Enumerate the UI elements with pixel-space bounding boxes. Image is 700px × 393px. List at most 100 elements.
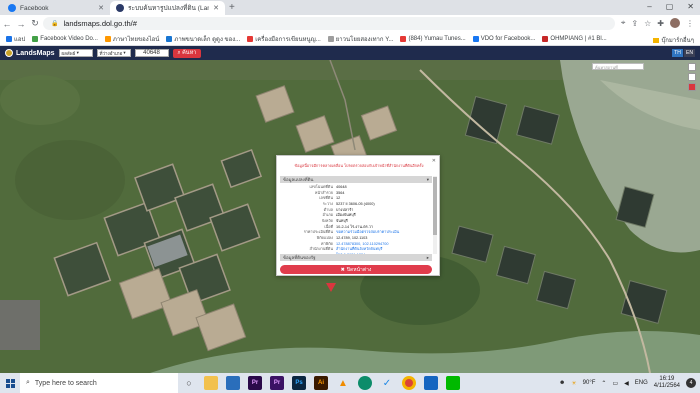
chevron-up-icon[interactable]: ⌃	[601, 380, 606, 387]
lang-th-button[interactable]: TH	[672, 49, 683, 57]
bookmark-item[interactable]: VDO for Facebook...	[472, 35, 535, 42]
line-icon[interactable]	[446, 376, 460, 390]
section-parcel-info[interactable]: ข้อมูลแปลงที่ดิน ▾	[280, 176, 432, 183]
district-select[interactable]: ที่ว่างอำเภอ ▾	[96, 49, 131, 57]
photoshop-icon[interactable]: Ps	[292, 376, 306, 390]
maximize-button[interactable]: ▢	[666, 2, 674, 11]
youtube-icon	[247, 35, 254, 42]
taskbar-search-placeholder: Type here to search	[34, 379, 97, 387]
layers-button[interactable]	[688, 83, 696, 91]
parcel-details: เลขโฉนดที่ดิน 40648 หน้าสำรวจ 3564 เลขที่ด…	[280, 184, 432, 258]
close-popup-button[interactable]: ✖ ปิดหน้าต่าง	[280, 265, 432, 274]
close-icon: ✖	[340, 266, 345, 273]
bookmark-icon	[104, 35, 111, 42]
disclaimer-text: ข้อมูลนี้อาจมีการคลาดเคลื่อน โปรดตรวจสอบ…	[294, 164, 424, 168]
province-select[interactable]: ผลลัพธ์ ▾	[58, 49, 93, 57]
bookmarks-bar: แอป Facebook Video Do... ภาษาไทยของไอน์ …	[0, 32, 700, 46]
close-tab-icon[interactable]: ✕	[98, 4, 104, 12]
weather-icon[interactable]: ☀	[571, 380, 576, 387]
edge-icon[interactable]	[358, 376, 372, 390]
mail-icon[interactable]	[226, 376, 240, 390]
bookmark-item[interactable]: แอป	[6, 34, 25, 44]
bookmark-item[interactable]: ภาพขนาดเล็ก ดูดูง ของ...	[166, 34, 240, 44]
section-title: ข้อมูลที่ดินของรัฐ	[283, 255, 316, 260]
people-icon[interactable]: ☻	[559, 380, 565, 386]
apps-icon	[6, 35, 12, 42]
lock-icon[interactable]: 🔒	[51, 20, 58, 27]
bookmark-item[interactable]: ยาวนโยยสองเทาก Y...	[327, 34, 393, 44]
network-icon[interactable]: ▭	[612, 380, 618, 387]
star-icon[interactable]: ☆	[644, 19, 651, 28]
bookmark-item[interactable]: OHMPIANG | #1 Bl...	[542, 35, 607, 42]
tab-landsmaps[interactable]: ระบบค้นหารูปแปลงที่ดิน (LandsMaps) ✕	[110, 1, 225, 15]
bookmark-label: เครื่องมือการเขียนหนูญ...	[255, 36, 321, 43]
chrome-icon[interactable]	[402, 376, 416, 390]
bookmark-item[interactable]: เครื่องมือการเขียนหนูญ...	[247, 34, 321, 44]
close-window-button[interactable]: ✕	[687, 2, 694, 11]
window-controls: – ▢ ✕	[647, 2, 694, 11]
bookmark-label: ภาษาไทยของไอน์	[112, 36, 160, 43]
bookmark-item[interactable]: (884) Yumau Tunes...	[400, 35, 466, 42]
notification-icon[interactable]: 4	[686, 378, 696, 388]
reload-icon[interactable]: ↻	[28, 18, 42, 29]
bookmark-item[interactable]: Facebook Video Do...	[32, 35, 98, 42]
bookmark-item[interactable]: ภาษาไทยของไอน์	[104, 34, 160, 44]
lang-en-button[interactable]: EN	[684, 49, 695, 57]
volume-icon[interactable]: ◀	[624, 380, 629, 387]
search-icon: ⌕	[26, 379, 30, 386]
landsmaps-logo[interactable]: LandsMaps	[5, 49, 55, 57]
address-bar[interactable]: 🔒 landsmaps.dol.go.th/#	[43, 17, 615, 30]
menu-icon[interactable]: ⋮	[686, 19, 694, 28]
profile-avatar[interactable]	[670, 18, 680, 28]
map-pin-icon[interactable]	[326, 283, 336, 292]
zoom-out-button[interactable]	[688, 73, 696, 81]
task-view-icon[interactable]: ○	[182, 376, 196, 390]
map-search-input[interactable]: ค้นหาสถานที่	[592, 63, 644, 70]
zoom-in-button[interactable]	[688, 63, 696, 71]
bookmark-icon	[166, 35, 173, 42]
bookmark-label: Facebook Video Do...	[40, 35, 98, 42]
location-icon[interactable]: ⌖	[621, 18, 626, 28]
browser-tab-strip: Facebook ✕ ระบบค้นหารูปแปลงที่ดิน (Lands…	[0, 0, 700, 15]
close-tab-icon[interactable]: ✕	[213, 4, 219, 12]
parcel-number-input[interactable]: 40648	[134, 49, 169, 57]
file-explorer-icon[interactable]	[204, 376, 218, 390]
taskbar-search-box[interactable]: ⌕ Type here to search	[20, 373, 178, 393]
landsmaps-header: LandsMaps ผลลัพธ์ ▾ ที่ว่างอำเภอ ▾ 40648…	[0, 46, 700, 60]
check-app-icon[interactable]: ✓	[380, 376, 394, 390]
illustrator-icon[interactable]: Ai	[314, 376, 328, 390]
tab-facebook[interactable]: Facebook ✕	[2, 1, 110, 15]
vlc-icon[interactable]: ▲	[336, 376, 350, 390]
new-tab-button[interactable]: +	[229, 2, 235, 13]
premiere-icon[interactable]: Pr	[270, 376, 284, 390]
forward-icon[interactable]: →	[14, 19, 28, 29]
other-bookmarks[interactable]: บุ๊กมาร์กอื่นๆ	[653, 35, 694, 45]
scrollbar-thumb[interactable]	[433, 177, 437, 235]
back-icon[interactable]: ←	[0, 19, 14, 29]
minimize-button[interactable]: –	[647, 2, 651, 11]
appraisal-link[interactable]: ขอความร่วมมือตรวจสอบราคาประเมิน	[336, 229, 432, 235]
premiere-icon[interactable]: Pr	[248, 376, 262, 390]
bookmark-label: (884) Yumau Tunes...	[408, 35, 466, 42]
section-state-land[interactable]: ข้อมูลที่ดินของรัฐ ▸	[280, 254, 432, 261]
browser-toolbar: ← → ↻ 🔒 landsmaps.dol.go.th/# ⌖ ⇪ ☆ ✚ ⋮	[0, 15, 700, 32]
popup-scrollbar[interactable]	[433, 176, 437, 254]
bookmark-icon	[542, 35, 549, 42]
search-button[interactable]: ⌕ ค้นหา	[172, 48, 202, 58]
clock-time: 16:19	[659, 376, 675, 382]
weather-temp[interactable]: 90°F	[583, 380, 596, 386]
detail-value: 5237 II 3606-05 (4000)	[336, 201, 375, 206]
start-button[interactable]	[0, 373, 20, 393]
coordinate-link[interactable]: 12.478878300, 102.110294700	[336, 242, 432, 246]
detail-value: 12.4789, 102.1103	[336, 236, 368, 241]
expand-icon: ▸	[426, 254, 429, 260]
other-bookmarks-label: บุ๊กมาร์กอื่นๆ	[661, 38, 694, 44]
system-tray: ☻ ☀ 90°F ⌃ ▭ ◀ ENG 16:19 4/11/2564 4	[559, 373, 700, 393]
photos-icon[interactable]	[424, 376, 438, 390]
clock[interactable]: 16:19 4/11/2564	[654, 376, 680, 390]
clock-date: 4/11/2564	[653, 383, 680, 389]
input-language[interactable]: ENG	[635, 380, 648, 386]
bookmark-icon	[32, 35, 39, 42]
share-icon[interactable]: ⇪	[631, 19, 638, 28]
puzzle-icon[interactable]: ✚	[657, 19, 664, 28]
